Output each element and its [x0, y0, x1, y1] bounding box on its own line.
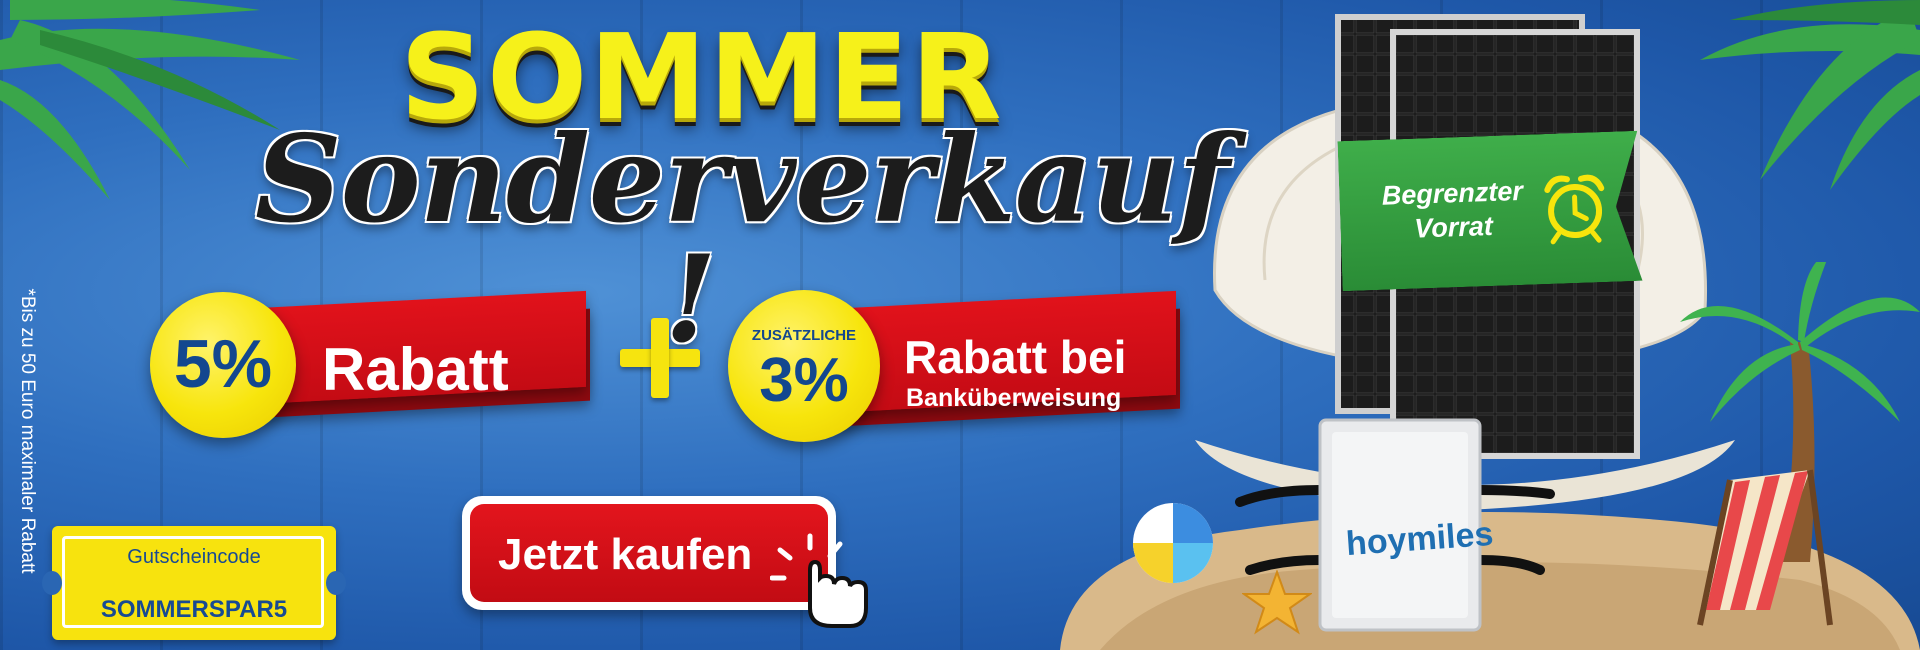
coupon-ticket[interactable]: Gutscheincode SOMMERSPAR5 [42, 526, 346, 640]
coupon-label: Gutscheincode [127, 546, 261, 568]
coupon-notch-left [42, 571, 62, 595]
plus-icon [620, 318, 700, 398]
offer-2-extra: ZUSÄTZLICHE [751, 327, 857, 344]
promo-banner[interactable]: SOMMER Sonderverkauf ! *Bis zu 50 Euro m… [0, 0, 1920, 650]
cursor-hand-icon [770, 533, 868, 628]
beach-chair-image [1697, 469, 1833, 626]
offer-1-percent: 5% [173, 326, 273, 402]
buy-now-label[interactable]: Jetzt kaufen [498, 530, 752, 580]
beach-ball-image [1133, 503, 1213, 583]
limited-stock-text: Begrenzter Vorrat [1357, 174, 1549, 248]
offer-2-label-line1: Rabatt bei [904, 331, 1127, 383]
limited-stock-line2: Vorrat [1413, 210, 1494, 244]
offer-2-percent: 3% [759, 346, 849, 415]
limited-stock-line1: Begrenzter [1381, 175, 1524, 211]
coupon-notch-right [326, 571, 346, 595]
offer-1-label: Rabatt [322, 336, 509, 403]
limited-stock-badge: Begrenzter Vorrat [1337, 131, 1642, 291]
coupon-code[interactable]: SOMMERSPAR5 [52, 596, 336, 624]
alarm-clock-icon [1539, 170, 1612, 246]
discount-footnote: *Bis zu 50 Euro maximaler Rabatt [17, 288, 38, 574]
starfish-image [1242, 570, 1312, 635]
offer-2-label-line2: Banküberweisung [906, 384, 1122, 412]
